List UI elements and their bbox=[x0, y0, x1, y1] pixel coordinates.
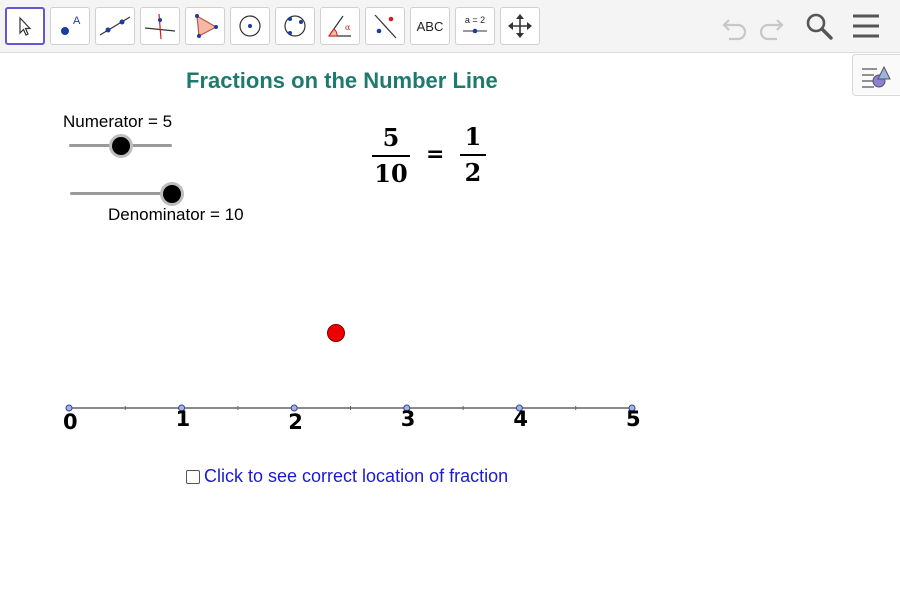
number-line-label: 5 bbox=[626, 407, 641, 431]
number-line-label: 0 bbox=[63, 410, 78, 434]
number-line-label: 1 bbox=[175, 407, 191, 431]
show-correct-location-label[interactable]: Click to see correct location of fractio… bbox=[204, 466, 508, 487]
number-line bbox=[65, 404, 636, 412]
number-line-label: 2 bbox=[288, 410, 303, 434]
show-correct-location-control[interactable]: Click to see correct location of fractio… bbox=[186, 466, 508, 487]
show-correct-location-checkbox[interactable] bbox=[186, 469, 200, 484]
number-line-label: 4 bbox=[513, 407, 529, 431]
number-line-label: 3 bbox=[400, 407, 416, 431]
